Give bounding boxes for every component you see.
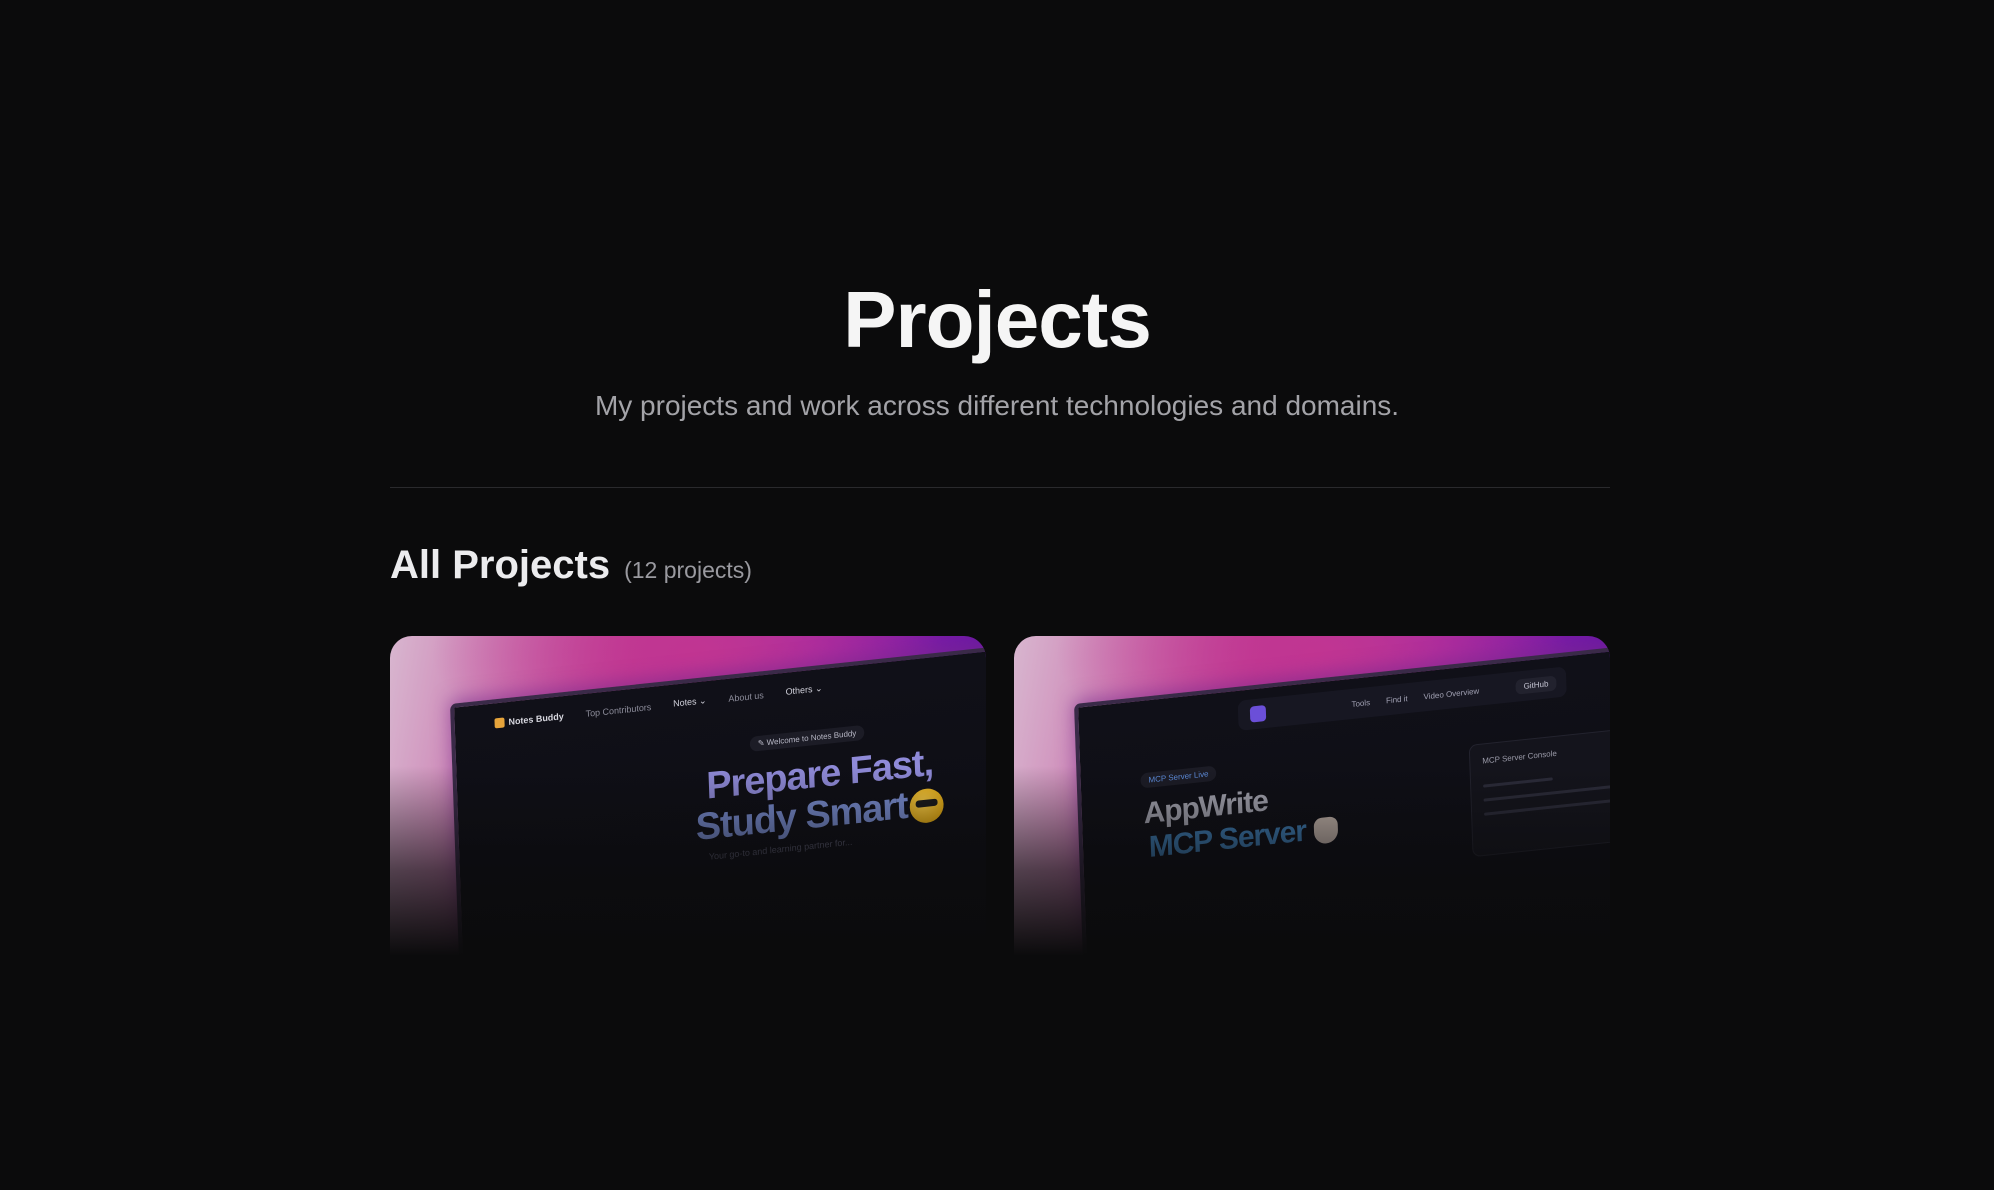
preview-console-title: MCP Server Console [1482,748,1557,766]
project-card-appwrite-mcp[interactable]: Tools Find it Video Overview GitHub MCP … [1014,636,1610,956]
projects-grid: Notes Buddy Top Contributors Notes ⌄ Abo… [390,636,1610,956]
appwrite-mcp-logo-icon [1249,704,1267,723]
preview-nav-item: Notes ⌄ [672,695,707,709]
preview-nav-item: Top Contributors [585,701,652,719]
preview-brand-label: Notes Buddy [508,710,564,727]
page-title: Projects [843,275,1152,364]
page-header: Projects My projects and work across dif… [0,270,1994,424]
preview-nav-item: Video Overview [1423,686,1480,701]
preview-nav-item: About us [728,689,764,704]
preview-github-button: GitHub [1515,674,1557,695]
preview-welcome-pill: ✎ Welcome to Notes Buddy [749,724,865,752]
projects-page: Projects My projects and work across dif… [0,0,1994,1190]
section-divider [390,487,1610,488]
sunglasses-face-icon [909,786,945,825]
project-card-notes-buddy[interactable]: Notes Buddy Top Contributors Notes ⌄ Abo… [390,636,986,956]
all-projects-header: All Projects (12 projects) [390,543,752,588]
preview-badge: MCP Server Live [1140,765,1217,789]
section-title: All Projects [390,543,611,587]
preview-brand: Notes Buddy [494,710,564,728]
preview-nav-item: Find it [1385,693,1408,705]
console-line [1484,798,1610,816]
waving-hand-icon [1313,816,1339,845]
console-line [1483,777,1553,788]
preview-nav-item: Others ⌄ [785,682,823,697]
page-subtitle: My projects and work across different te… [594,390,1400,421]
project-count: (12 projects) [624,557,752,583]
preview-nav-item: Tools [1351,697,1371,709]
notes-buddy-logo-icon [494,716,505,728]
preview-console-panel: MCP Server Console [1468,723,1610,858]
